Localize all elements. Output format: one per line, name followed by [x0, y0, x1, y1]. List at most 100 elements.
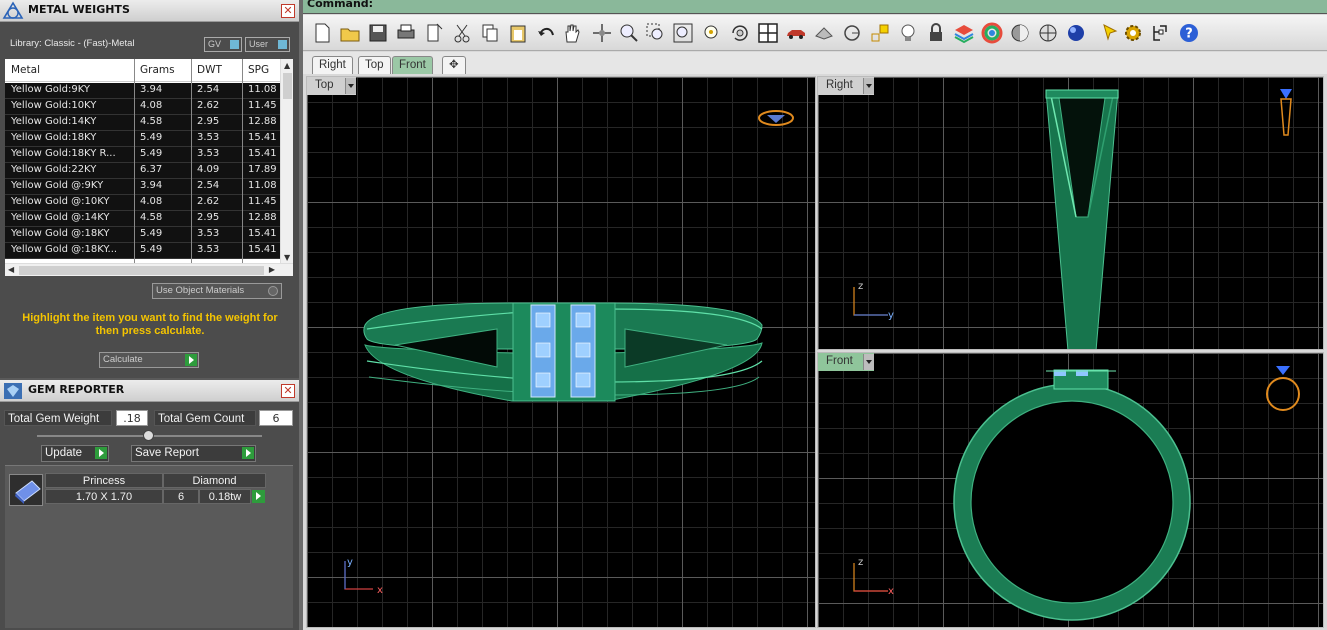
- move-icon[interactable]: [591, 22, 613, 44]
- lightbulb-icon[interactable]: [897, 22, 919, 44]
- grams-cell: 4.08: [140, 196, 163, 207]
- save-report-button[interactable]: Save Report: [131, 445, 256, 462]
- gv-toggle[interactable]: GV: [204, 37, 242, 52]
- gem-reporter-slider[interactable]: [37, 430, 262, 441]
- viewport-top[interactable]: Top y x: [306, 76, 816, 628]
- table-vertical-scrollbar[interactable]: ▲ ▼: [280, 59, 293, 263]
- grams-cell: 5.49: [140, 132, 163, 143]
- car-icon[interactable]: [785, 22, 807, 44]
- calculate-play-icon: [185, 354, 197, 366]
- gem-row-play-icon[interactable]: [252, 490, 265, 503]
- undo-icon[interactable]: [535, 22, 557, 44]
- update-button[interactable]: Update: [41, 445, 109, 462]
- table-row[interactable]: Yellow Gold:18KY R... 5.49 3.53 15.41: [5, 147, 280, 163]
- dwt-cell: 2.95: [197, 116, 220, 127]
- zoom-icon[interactable]: [618, 22, 640, 44]
- zoom-extents-icon[interactable]: [672, 22, 694, 44]
- table-row[interactable]: Yellow Gold:14KY 4.58 2.95 12.88: [5, 115, 280, 131]
- calculate-button[interactable]: Calculate: [99, 352, 199, 368]
- cursor-icon[interactable]: [1098, 22, 1120, 44]
- metal-name-cell: Yellow Gold @:14KY: [11, 212, 110, 223]
- sphere-icon[interactable]: [1065, 22, 1087, 44]
- lock-icon[interactable]: [925, 22, 947, 44]
- color-wheel-icon[interactable]: [981, 22, 1003, 44]
- rotate-view-icon[interactable]: [729, 22, 751, 44]
- spg-cell: 15.41: [248, 148, 277, 159]
- spg-cell: 11.45: [248, 100, 277, 111]
- tab-front[interactable]: Front: [392, 56, 433, 74]
- view-tabs: Right Top Front ✥: [303, 52, 1327, 74]
- viewport-right[interactable]: Right z y: [817, 76, 1324, 350]
- table-row[interactable]: Yellow Gold @:9KY 3.94 2.54 11.08: [5, 179, 280, 195]
- metal-weights-close-button[interactable]: ✕: [281, 4, 295, 18]
- table-horizontal-scrollbar[interactable]: ◀ ▶: [5, 263, 293, 276]
- slider-knob[interactable]: [143, 430, 154, 441]
- table-row[interactable]: Yellow Gold @:18KY 5.49 3.53 15.41: [5, 227, 280, 243]
- snap-icon[interactable]: [869, 22, 891, 44]
- table-row[interactable]: Yellow Gold @:10KY 4.08 2.62 11.45: [5, 195, 280, 211]
- paste-icon[interactable]: [507, 22, 529, 44]
- main-toolbar: ?: [303, 15, 1327, 51]
- user-toggle[interactable]: User: [245, 37, 290, 52]
- metal-weights-body: Library: Classic - (Fast)-Metal GV User …: [0, 22, 299, 378]
- command-bar[interactable]: Command:: [303, 0, 1327, 14]
- col-metal[interactable]: Metal: [11, 64, 40, 76]
- total-gem-count-value: 6: [259, 410, 293, 426]
- zoom-window-icon[interactable]: [645, 22, 667, 44]
- dwt-cell: 3.53: [197, 244, 220, 255]
- cut-icon[interactable]: [451, 22, 473, 44]
- circle-icon[interactable]: [841, 22, 863, 44]
- plane-icon[interactable]: [813, 22, 835, 44]
- copy-icon[interactable]: [479, 22, 501, 44]
- table-row[interactable]: Yellow Gold @:18KY... 5.49 3.53 15.41: [5, 243, 280, 259]
- gear-icon[interactable]: [1122, 22, 1144, 44]
- table-row[interactable]: Yellow Gold @:14KY 4.58 2.95 12.88: [5, 211, 280, 227]
- col-spg[interactable]: SPG: [248, 64, 269, 76]
- tab-right[interactable]: Right: [312, 56, 353, 74]
- properties-icon[interactable]: [423, 22, 445, 44]
- gem-reporter-close-button[interactable]: ✕: [281, 384, 295, 398]
- col-grams[interactable]: Grams: [140, 64, 175, 76]
- zoom-selected-icon[interactable]: [701, 22, 723, 44]
- matrix-logo-icon: [2, 1, 24, 19]
- open-icon[interactable]: [339, 22, 361, 44]
- dwt-cell: 3.53: [197, 228, 220, 239]
- viewport-front[interactable]: Front z x: [817, 352, 1324, 628]
- help-icon[interactable]: ?: [1178, 22, 1200, 44]
- layers-icon[interactable]: [953, 22, 975, 44]
- save-icon[interactable]: [367, 22, 389, 44]
- grams-cell: 3.94: [140, 180, 163, 191]
- render-icon[interactable]: [1037, 22, 1059, 44]
- viewport-layout-icon[interactable]: [757, 22, 779, 44]
- grams-cell: 5.49: [140, 228, 163, 239]
- table-row[interactable]: Yellow Gold:10KY 4.08 2.62 11.45: [5, 99, 280, 115]
- tree-icon[interactable]: [1150, 22, 1172, 44]
- gem-reporter-body: Total Gem Weight .18 Total Gem Count 6 U…: [0, 402, 299, 630]
- shade-icon[interactable]: [1009, 22, 1031, 44]
- table-row[interactable]: Yellow Gold:22KY 6.37 4.09 17.89: [5, 163, 280, 179]
- grams-cell: 4.08: [140, 100, 163, 111]
- dwt-cell: 3.53: [197, 148, 220, 159]
- spg-cell: 12.88: [248, 116, 277, 127]
- metal-weights-title: METAL WEIGHTS: [28, 3, 130, 16]
- table-row[interactable]: Yellow Gold:18KY 5.49 3.53 15.41: [5, 131, 280, 147]
- gem-reporter-icon: [4, 383, 22, 399]
- print-icon[interactable]: [395, 22, 417, 44]
- dwt-cell: 2.54: [197, 84, 220, 95]
- metal-table: Metal Grams DWT SPG Yellow Gold:9KY 3.94 2…: [5, 59, 293, 276]
- dwt-cell: 4.09: [197, 164, 220, 175]
- spg-cell: 15.41: [248, 228, 277, 239]
- col-dwt[interactable]: DWT: [197, 64, 222, 76]
- spg-cell: 11.08: [248, 180, 277, 191]
- tab-top[interactable]: Top: [358, 56, 391, 74]
- spg-cell: 12.88: [248, 212, 277, 223]
- table-row[interactable]: Yellow Gold:9KY 3.94 2.54 11.08: [5, 83, 280, 99]
- gem-material: Diamond: [163, 473, 266, 488]
- gem-size: 1.70 X 1.70: [45, 489, 163, 504]
- user-toggle-label: User: [249, 39, 269, 49]
- metal-name-cell: Yellow Gold @:10KY: [11, 196, 110, 207]
- add-tab-button[interactable]: ✥: [442, 56, 466, 74]
- new-icon[interactable]: [311, 22, 333, 44]
- use-object-materials-toggle[interactable]: Use Object Materials: [152, 283, 282, 299]
- pan-hand-icon[interactable]: [561, 22, 583, 44]
